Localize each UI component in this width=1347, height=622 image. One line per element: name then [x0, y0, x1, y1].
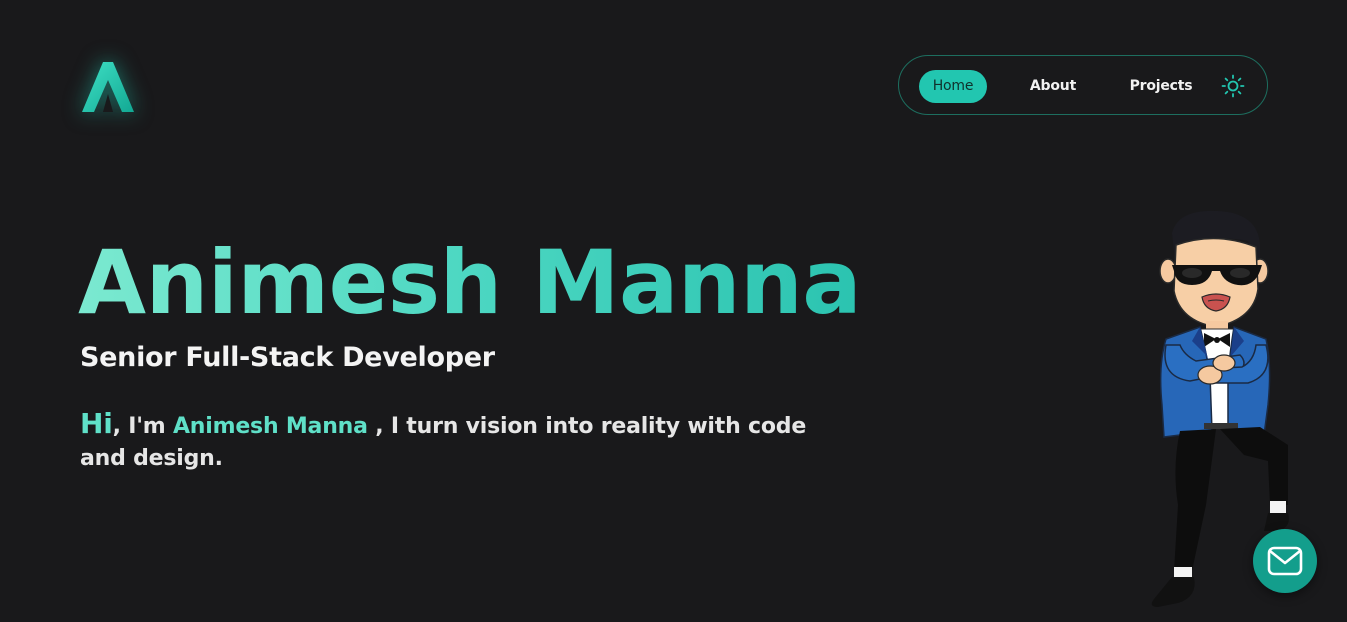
a-logo-icon[interactable]: [80, 58, 136, 114]
portfolio-page: Home About Projects Animesh Manna Senior…: [0, 0, 1347, 622]
nav-item-home[interactable]: Home: [919, 70, 987, 103]
main-nav: Home About Projects: [898, 55, 1268, 115]
nav-item-about[interactable]: About: [1025, 70, 1081, 103]
sun-icon[interactable]: [1221, 74, 1245, 98]
hero-role: Senior Full-Stack Developer: [80, 342, 495, 373]
greeting: Hi: [80, 407, 113, 440]
hero-name: Animesh Manna: [78, 228, 862, 338]
nav-item-projects[interactable]: Projects: [1129, 70, 1193, 103]
hero-intro: Hi, I'm Animesh Manna , I turn vision in…: [80, 408, 840, 475]
intro-name: Animesh Manna: [172, 414, 368, 439]
contact-mail-button[interactable]: [1253, 529, 1317, 593]
mail-icon: [1267, 546, 1303, 576]
intro-prefix: , I'm: [112, 414, 173, 439]
